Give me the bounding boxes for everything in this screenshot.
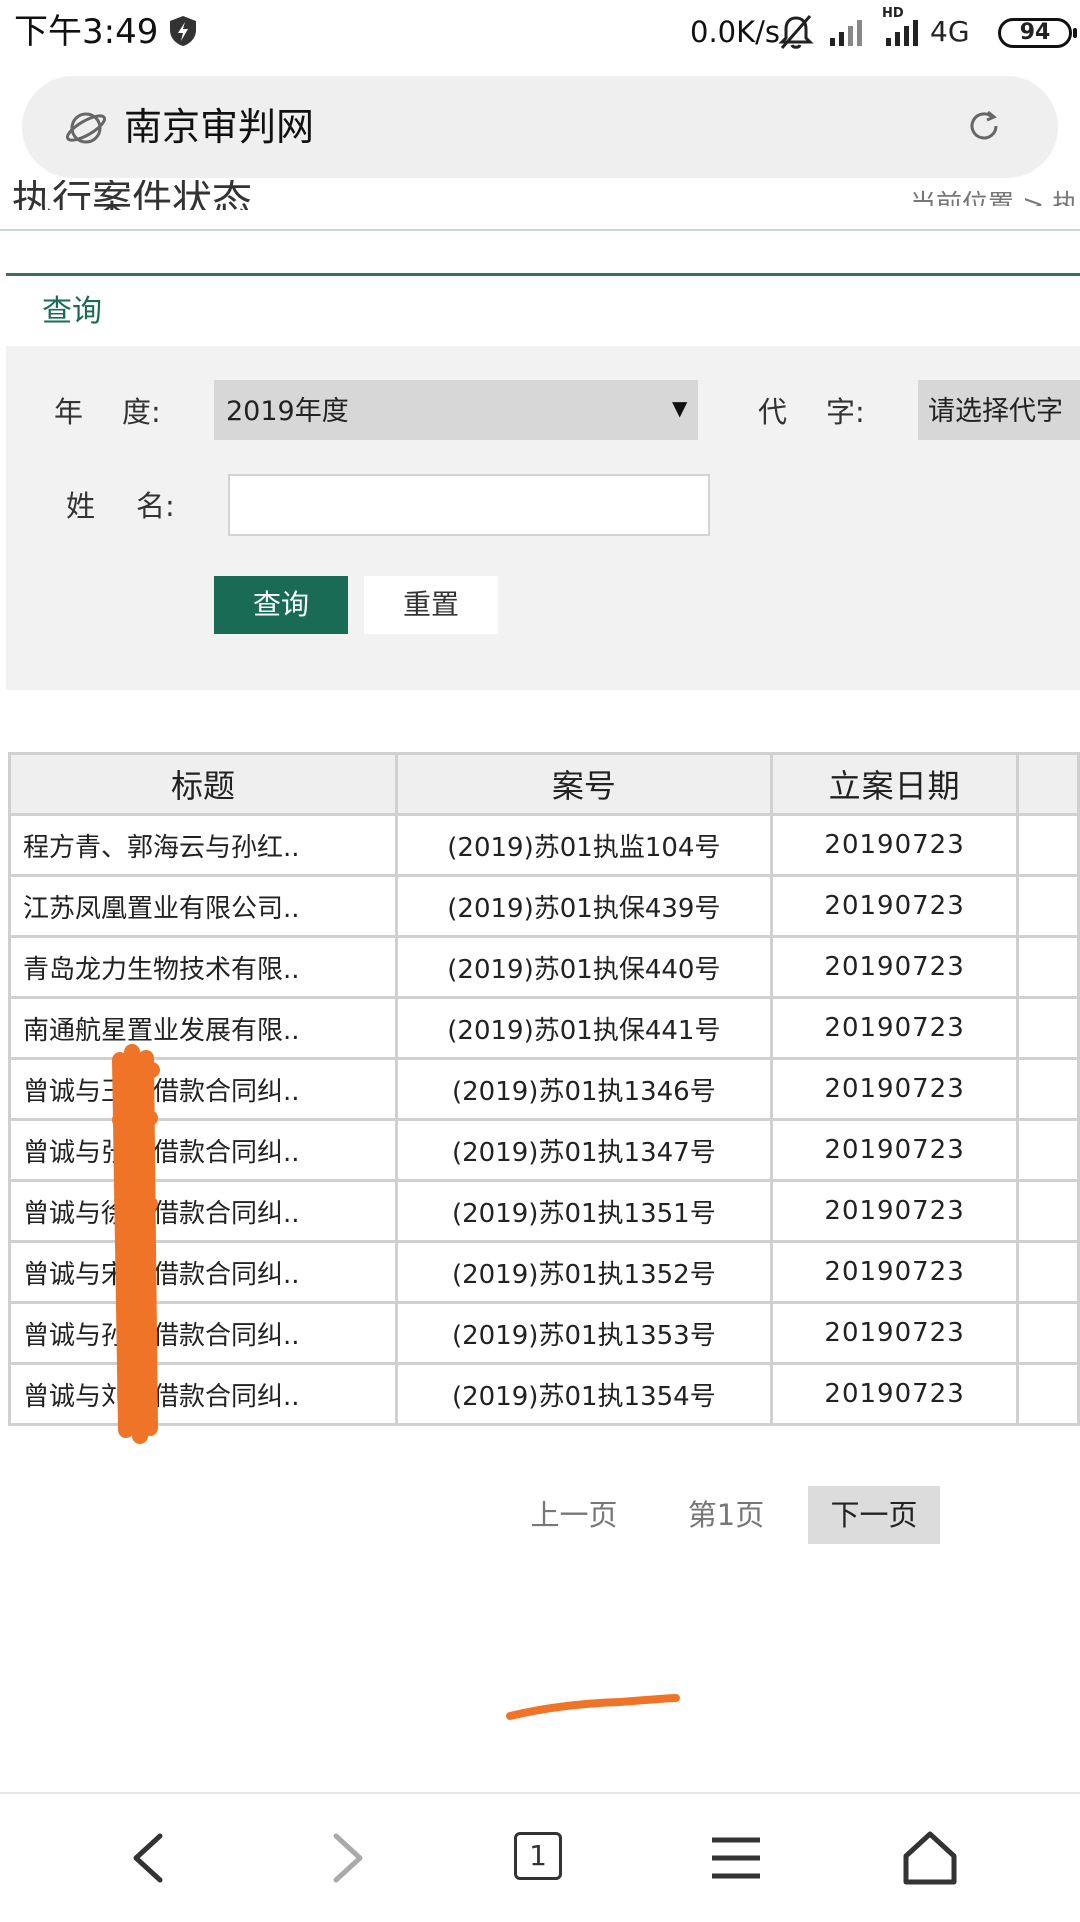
- row-case-no: (2019)苏01执保440号: [394, 935, 773, 999]
- column-header-date: 立案日期: [769, 752, 1020, 816]
- table-row[interactable]: 江苏凤凰置业有限公司.. (2019)苏01执保439号 20190723: [8, 874, 1080, 938]
- divider: [0, 229, 1080, 231]
- row-case-no: (2019)苏01执保441号: [394, 996, 773, 1060]
- breadcrumb-partial: 当前位置 > 执: [910, 190, 1079, 206]
- row-title-link[interactable]: 曾诚与刘萍借款合同纠..: [8, 1362, 398, 1426]
- code-label-suffix: 字:: [826, 395, 865, 429]
- name-input[interactable]: [228, 474, 710, 536]
- row-case-no: (2019)苏01执1346号: [394, 1057, 773, 1121]
- row-title-link[interactable]: 曾诚与王斌借款合同纠..: [8, 1057, 398, 1121]
- row-title-link[interactable]: 曾诚与孙凤借款合同纠..: [8, 1301, 398, 1365]
- dropdown-caret-icon[interactable]: ▼: [672, 396, 687, 420]
- row-extra: [1016, 1179, 1080, 1243]
- row-title-link[interactable]: 曾诚与徐婷借款合同纠..: [8, 1179, 398, 1243]
- row-title-link[interactable]: 程方青、郭海云与孙红..: [8, 813, 398, 877]
- row-date: 20190723: [769, 813, 1020, 877]
- row-case-no: (2019)苏01执1351号: [394, 1179, 773, 1243]
- current-page-label: 第1页: [687, 1498, 765, 1532]
- tabs-button[interactable]: 1: [514, 1832, 562, 1880]
- row-date: 20190723: [769, 1057, 1020, 1121]
- mute-bell-icon: [778, 15, 814, 49]
- row-title-link[interactable]: 青岛龙力生物技术有限..: [8, 935, 398, 999]
- row-title-link[interactable]: 南通航星置业发展有限..: [8, 996, 398, 1060]
- row-date: 20190723: [769, 874, 1020, 938]
- year-label: 年: [54, 395, 84, 429]
- table-row[interactable]: 曾诚与徐婷借款合同纠.. (2019)苏01执1351号 20190723: [8, 1179, 1080, 1243]
- table-row[interactable]: 青岛龙力生物技术有限.. (2019)苏01执保440号 20190723: [8, 935, 1080, 999]
- menu-icon[interactable]: [706, 1828, 766, 1888]
- table-row[interactable]: 曾诚与孙凤借款合同纠.. (2019)苏01执1353号 20190723: [8, 1301, 1080, 1365]
- next-page-button[interactable]: 下一页: [808, 1486, 940, 1544]
- row-extra: [1016, 874, 1080, 938]
- signal-full-icon: [886, 20, 918, 46]
- network-speed: 0.0K/s: [690, 15, 781, 49]
- row-extra: [1016, 813, 1080, 877]
- prev-page-button[interactable]: 上一页: [512, 1486, 636, 1544]
- row-case-no: (2019)苏01执1352号: [394, 1240, 773, 1304]
- row-case-no: (2019)苏01执监104号: [394, 813, 773, 877]
- row-date: 20190723: [769, 1118, 1020, 1182]
- reset-button[interactable]: 重置: [364, 576, 498, 634]
- row-title-link[interactable]: 曾诚与张涵借款合同纠..: [8, 1118, 398, 1182]
- row-date: 20190723: [769, 1301, 1020, 1365]
- page-title[interactable]: 南京审判网: [124, 100, 314, 154]
- column-header-extra: [1016, 752, 1080, 816]
- row-extra: [1016, 1057, 1080, 1121]
- row-date: 20190723: [769, 996, 1020, 1060]
- status-time: 下午3:49: [14, 12, 159, 52]
- row-extra: [1016, 1240, 1080, 1304]
- row-date: 20190723: [769, 1362, 1020, 1426]
- home-icon[interactable]: [900, 1828, 960, 1888]
- row-date: 20190723: [769, 1179, 1020, 1243]
- row-extra: [1016, 1301, 1080, 1365]
- row-date: 20190723: [769, 935, 1020, 999]
- forward-icon[interactable]: [316, 1828, 376, 1888]
- table-header-row: 标题 案号 立案日期: [8, 752, 1080, 816]
- row-extra: [1016, 1118, 1080, 1182]
- table-row[interactable]: 曾诚与张涵借款合同纠.. (2019)苏01执1347号 20190723: [8, 1118, 1080, 1182]
- table-row[interactable]: 程方青、郭海云与孙红.. (2019)苏01执监104号 20190723: [8, 813, 1080, 877]
- query-tab: [6, 276, 1080, 346]
- row-extra: [1016, 935, 1080, 999]
- row-extra: [1016, 996, 1080, 1060]
- results-table: 标题 案号 立案日期 程方青、郭海云与孙红.. (2019)苏01执监104号 …: [8, 752, 1080, 1426]
- underline-scribble: [506, 1694, 680, 1720]
- year-select-value[interactable]: 2019年度: [226, 390, 349, 434]
- table-row[interactable]: 曾诚与宋婷借款合同纠.. (2019)苏01执1352号 20190723: [8, 1240, 1080, 1304]
- battery-indicator: 94: [998, 18, 1077, 48]
- year-label-suffix: 度:: [122, 395, 161, 429]
- network-type: 4G: [930, 15, 970, 48]
- table-row[interactable]: 南通航星置业发展有限.. (2019)苏01执保441号 20190723: [8, 996, 1080, 1060]
- name-label: 姓: [66, 489, 96, 523]
- section-title-partial: 执行案件状态: [12, 180, 252, 210]
- row-title-link[interactable]: 曾诚与宋婷借款合同纠..: [8, 1240, 398, 1304]
- code-select-value[interactable]: 请选择代字: [928, 390, 1080, 434]
- table-row[interactable]: 曾诚与王斌借款合同纠.. (2019)苏01执1346号 20190723: [8, 1057, 1080, 1121]
- row-case-no: (2019)苏01执保439号: [394, 874, 773, 938]
- row-title-link[interactable]: 江苏凤凰置业有限公司..: [8, 874, 398, 938]
- query-tab-label[interactable]: 查询: [42, 290, 102, 334]
- row-case-no: (2019)苏01执1353号: [394, 1301, 773, 1365]
- query-button[interactable]: 查询: [214, 576, 348, 634]
- column-header-case-no: 案号: [394, 752, 773, 816]
- row-case-no: (2019)苏01执1347号: [394, 1118, 773, 1182]
- table-row[interactable]: 曾诚与刘萍借款合同纠.. (2019)苏01执1354号 20190723: [8, 1362, 1080, 1426]
- name-label-suffix: 名:: [136, 489, 175, 523]
- planet-icon: [65, 112, 107, 144]
- row-extra: [1016, 1362, 1080, 1426]
- row-date: 20190723: [769, 1240, 1020, 1304]
- reload-icon[interactable]: [962, 104, 1006, 148]
- shield-icon: [170, 16, 196, 46]
- code-label: 代: [758, 395, 788, 429]
- back-icon[interactable]: [120, 1828, 180, 1888]
- row-case-no: (2019)苏01执1354号: [394, 1362, 773, 1426]
- column-header-title: 标题: [8, 752, 398, 816]
- signal-icon: [830, 20, 862, 46]
